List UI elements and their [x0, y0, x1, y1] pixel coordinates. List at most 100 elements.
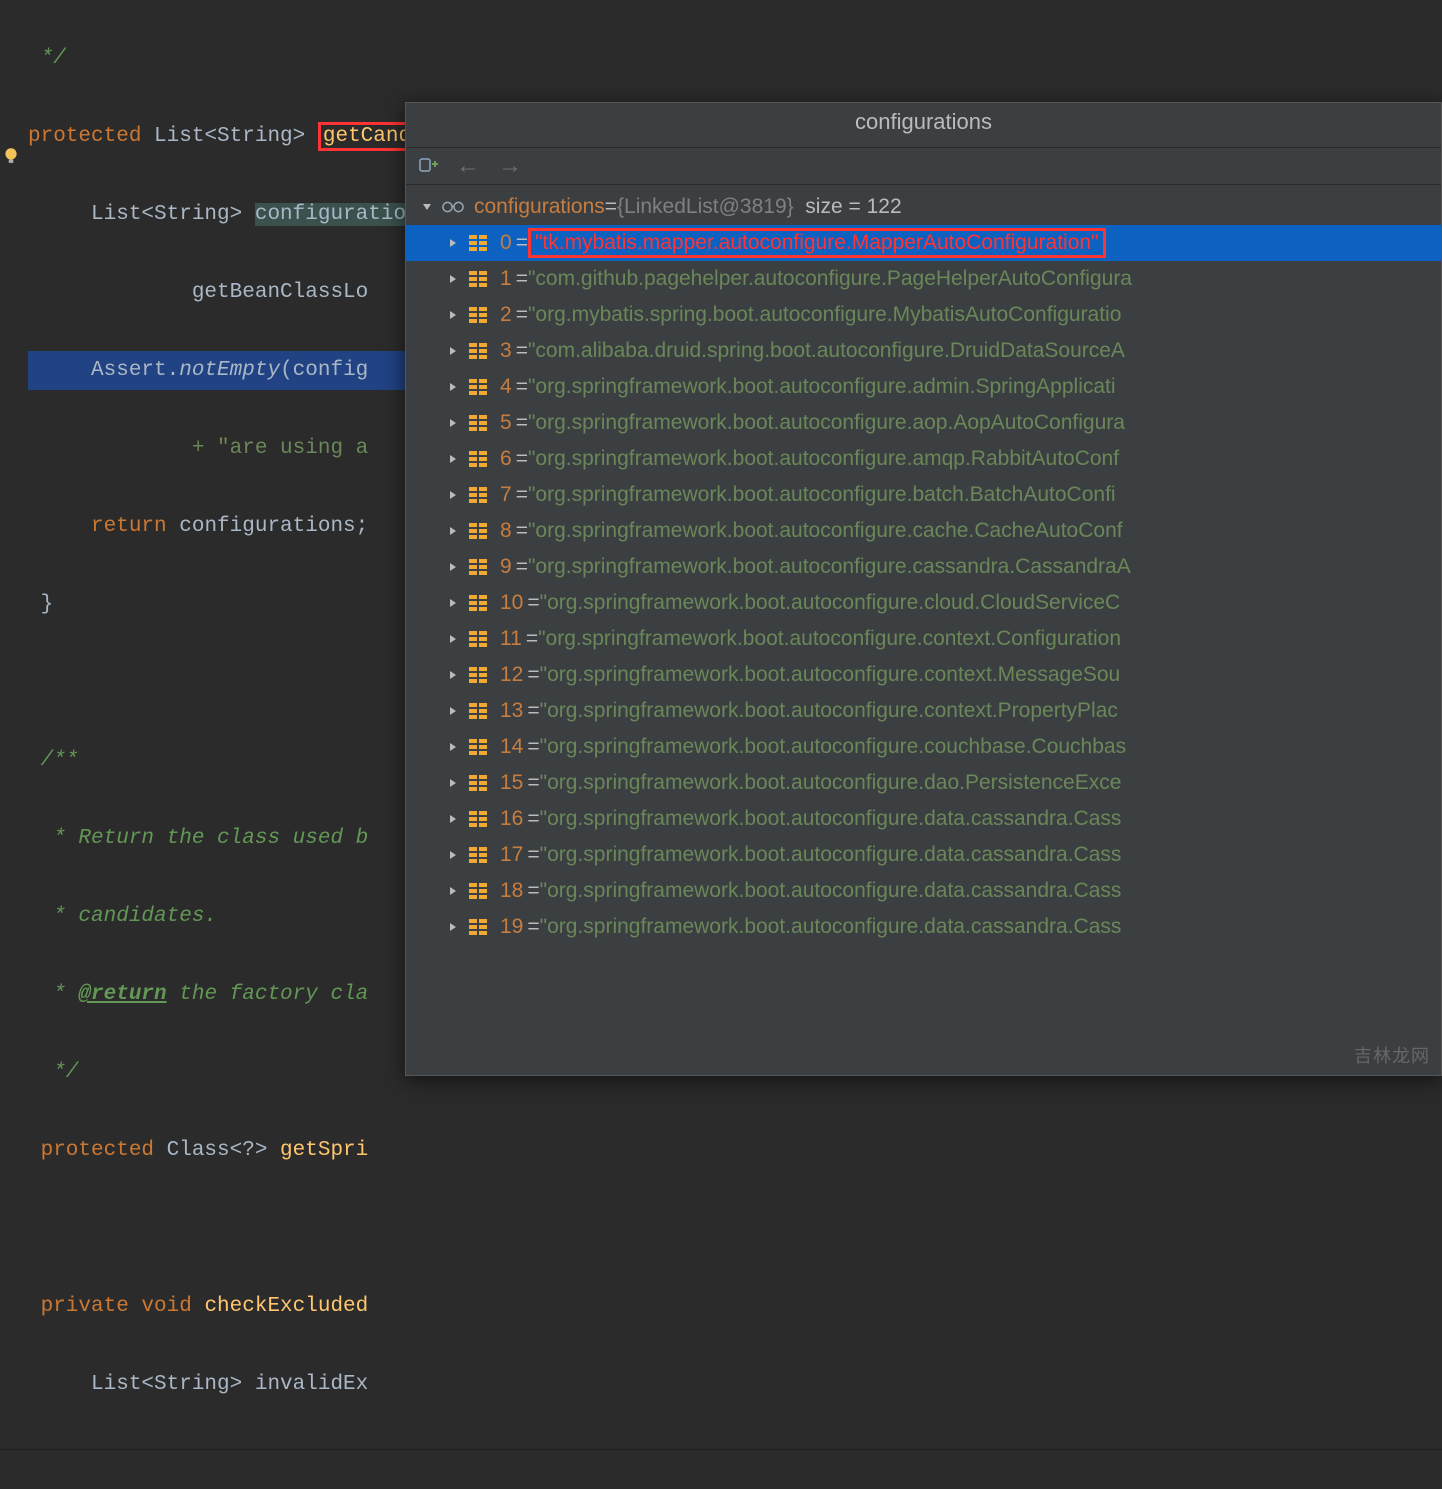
code-text: getSpri — [280, 1139, 368, 1162]
list-item-index: 10 — [500, 591, 523, 615]
list-item[interactable]: 12 = "org.springframework.boot.autoconfi… — [406, 657, 1441, 693]
list-element-icon — [468, 304, 490, 326]
variables-tree[interactable]: configurations = {LinkedList@3819} size … — [406, 185, 1441, 949]
list-item[interactable]: 15 = "org.springframework.boot.autoconfi… — [406, 765, 1441, 801]
eq: = — [527, 807, 539, 831]
eq: = — [527, 699, 539, 723]
list-item-index: 13 — [500, 699, 523, 723]
list-item[interactable]: 6 = "org.springframework.boot.autoconfig… — [406, 441, 1441, 477]
code-text: */ — [28, 47, 66, 70]
list-item[interactable]: 11 = "org.springframework.boot.autoconfi… — [406, 621, 1441, 657]
list-item-index: 4 — [500, 375, 512, 399]
list-item[interactable]: 19 = "org.springframework.boot.autoconfi… — [406, 909, 1441, 945]
eq: = — [516, 483, 528, 507]
list-item-index: 14 — [500, 735, 523, 759]
expander-closed-icon[interactable] — [444, 702, 462, 720]
expander-closed-icon[interactable] — [444, 558, 462, 576]
expander-closed-icon[interactable] — [444, 882, 462, 900]
eq: = — [516, 411, 528, 435]
list-item-index: 8 — [500, 519, 512, 543]
list-item-value: "org.springframework.boot.autoconfigure.… — [528, 483, 1116, 507]
tree-root-row[interactable]: configurations = {LinkedList@3819} size … — [406, 189, 1441, 225]
list-element-icon — [468, 844, 490, 866]
list-item-value: "org.springframework.boot.autoconfigure.… — [540, 735, 1126, 759]
list-element-icon — [468, 556, 490, 578]
list-item-index: 11 — [500, 627, 522, 651]
list-item[interactable]: 8 = "org.springframework.boot.autoconfig… — [406, 513, 1441, 549]
code-text: protected — [28, 125, 154, 148]
list-item-index: 18 — [500, 879, 523, 903]
list-element-icon — [468, 772, 490, 794]
debugger-evaluate-popup: configurations ← → configurations = {Lin… — [405, 102, 1442, 1076]
list-item-value: "com.github.pagehelper.autoconfigure.Pag… — [528, 267, 1132, 291]
list-item[interactable]: 4 = "org.springframework.boot.autoconfig… — [406, 369, 1441, 405]
code-text: checkExcluded — [204, 1295, 368, 1318]
watermark: 吉林龙网 — [1354, 1042, 1430, 1068]
list-item[interactable]: 13 = "org.springframework.boot.autoconfi… — [406, 693, 1441, 729]
expander-closed-icon[interactable] — [444, 918, 462, 936]
list-item[interactable]: 1 = "com.github.pagehelper.autoconfigure… — [406, 261, 1441, 297]
list-item[interactable]: 14 = "org.springframework.boot.autoconfi… — [406, 729, 1441, 765]
eq: = — [527, 915, 539, 939]
list-item[interactable]: 2 = "org.mybatis.spring.boot.autoconfigu… — [406, 297, 1441, 333]
list-element-icon — [468, 880, 490, 902]
new-watch-icon[interactable] — [418, 156, 438, 176]
expander-closed-icon[interactable] — [444, 234, 462, 252]
list-item[interactable]: 17 = "org.springframework.boot.autoconfi… — [406, 837, 1441, 873]
list-item-value: "org.springframework.boot.autoconfigure.… — [540, 699, 1118, 723]
list-item-index: 0 — [500, 231, 512, 255]
expander-open-icon[interactable] — [418, 198, 436, 216]
code-text: (config — [280, 359, 368, 382]
code-text: Class<?> — [167, 1139, 280, 1162]
list-item-value: "org.springframework.boot.autoconfigure.… — [538, 627, 1121, 651]
eq: = — [516, 267, 528, 291]
list-item[interactable]: 3 = "com.alibaba.druid.spring.boot.autoc… — [406, 333, 1441, 369]
expander-closed-icon[interactable] — [444, 594, 462, 612]
list-element-icon — [468, 448, 490, 470]
list-item-index: 2 — [500, 303, 512, 327]
expander-closed-icon[interactable] — [444, 306, 462, 324]
list-item-value: "org.springframework.boot.autoconfigure.… — [528, 375, 1116, 399]
list-item[interactable]: 5 = "org.springframework.boot.autoconfig… — [406, 405, 1441, 441]
expander-closed-icon[interactable] — [444, 414, 462, 432]
code-text: List<String> — [154, 125, 318, 148]
expander-closed-icon[interactable] — [444, 630, 462, 648]
nav-back-button[interactable]: ← — [456, 152, 480, 180]
list-item[interactable]: 18 = "org.springframework.boot.autoconfi… — [406, 873, 1441, 909]
list-item-value: "org.springframework.boot.autoconfigure.… — [540, 663, 1121, 687]
expander-closed-icon[interactable] — [444, 846, 462, 864]
list-item-index: 1 — [500, 267, 512, 291]
nav-forward-button[interactable]: → — [498, 152, 522, 180]
expander-closed-icon[interactable] — [444, 450, 462, 468]
expander-closed-icon[interactable] — [444, 666, 462, 684]
list-element-icon — [468, 376, 490, 398]
list-item[interactable]: 7 = "org.springframework.boot.autoconfig… — [406, 477, 1441, 513]
list-element-icon — [468, 340, 490, 362]
list-element-icon — [468, 664, 490, 686]
list-item-value: "org.springframework.boot.autoconfigure.… — [540, 591, 1121, 615]
eq: = — [516, 375, 528, 399]
expander-closed-icon[interactable] — [444, 486, 462, 504]
eq: = — [527, 735, 539, 759]
javadoc-tag: @return — [78, 983, 166, 1006]
list-item[interactable]: 16 = "org.springframework.boot.autoconfi… — [406, 801, 1441, 837]
expander-closed-icon[interactable] — [444, 738, 462, 756]
list-item-value: "org.springframework.boot.autoconfigure.… — [528, 447, 1119, 471]
list-item[interactable]: 10 = "org.springframework.boot.autoconfi… — [406, 585, 1441, 621]
expander-closed-icon[interactable] — [444, 810, 462, 828]
list-element-icon — [468, 268, 490, 290]
list-element-icon — [468, 808, 490, 830]
javadoc: the factory cla — [167, 983, 369, 1006]
expander-closed-icon[interactable] — [444, 270, 462, 288]
list-item-index: 12 — [500, 663, 523, 687]
expander-closed-icon[interactable] — [444, 378, 462, 396]
list-element-icon — [468, 412, 490, 434]
javadoc: /** — [28, 749, 78, 772]
expander-closed-icon[interactable] — [444, 342, 462, 360]
eq: = — [526, 627, 538, 651]
list-item[interactable]: 9 = "org.springframework.boot.autoconfig… — [406, 549, 1441, 585]
list-item[interactable]: 0 = "tk.mybatis.mapper.autoconfigure.Map… — [406, 225, 1441, 261]
expander-closed-icon[interactable] — [444, 774, 462, 792]
expander-closed-icon[interactable] — [444, 522, 462, 540]
list-item-index: 6 — [500, 447, 512, 471]
